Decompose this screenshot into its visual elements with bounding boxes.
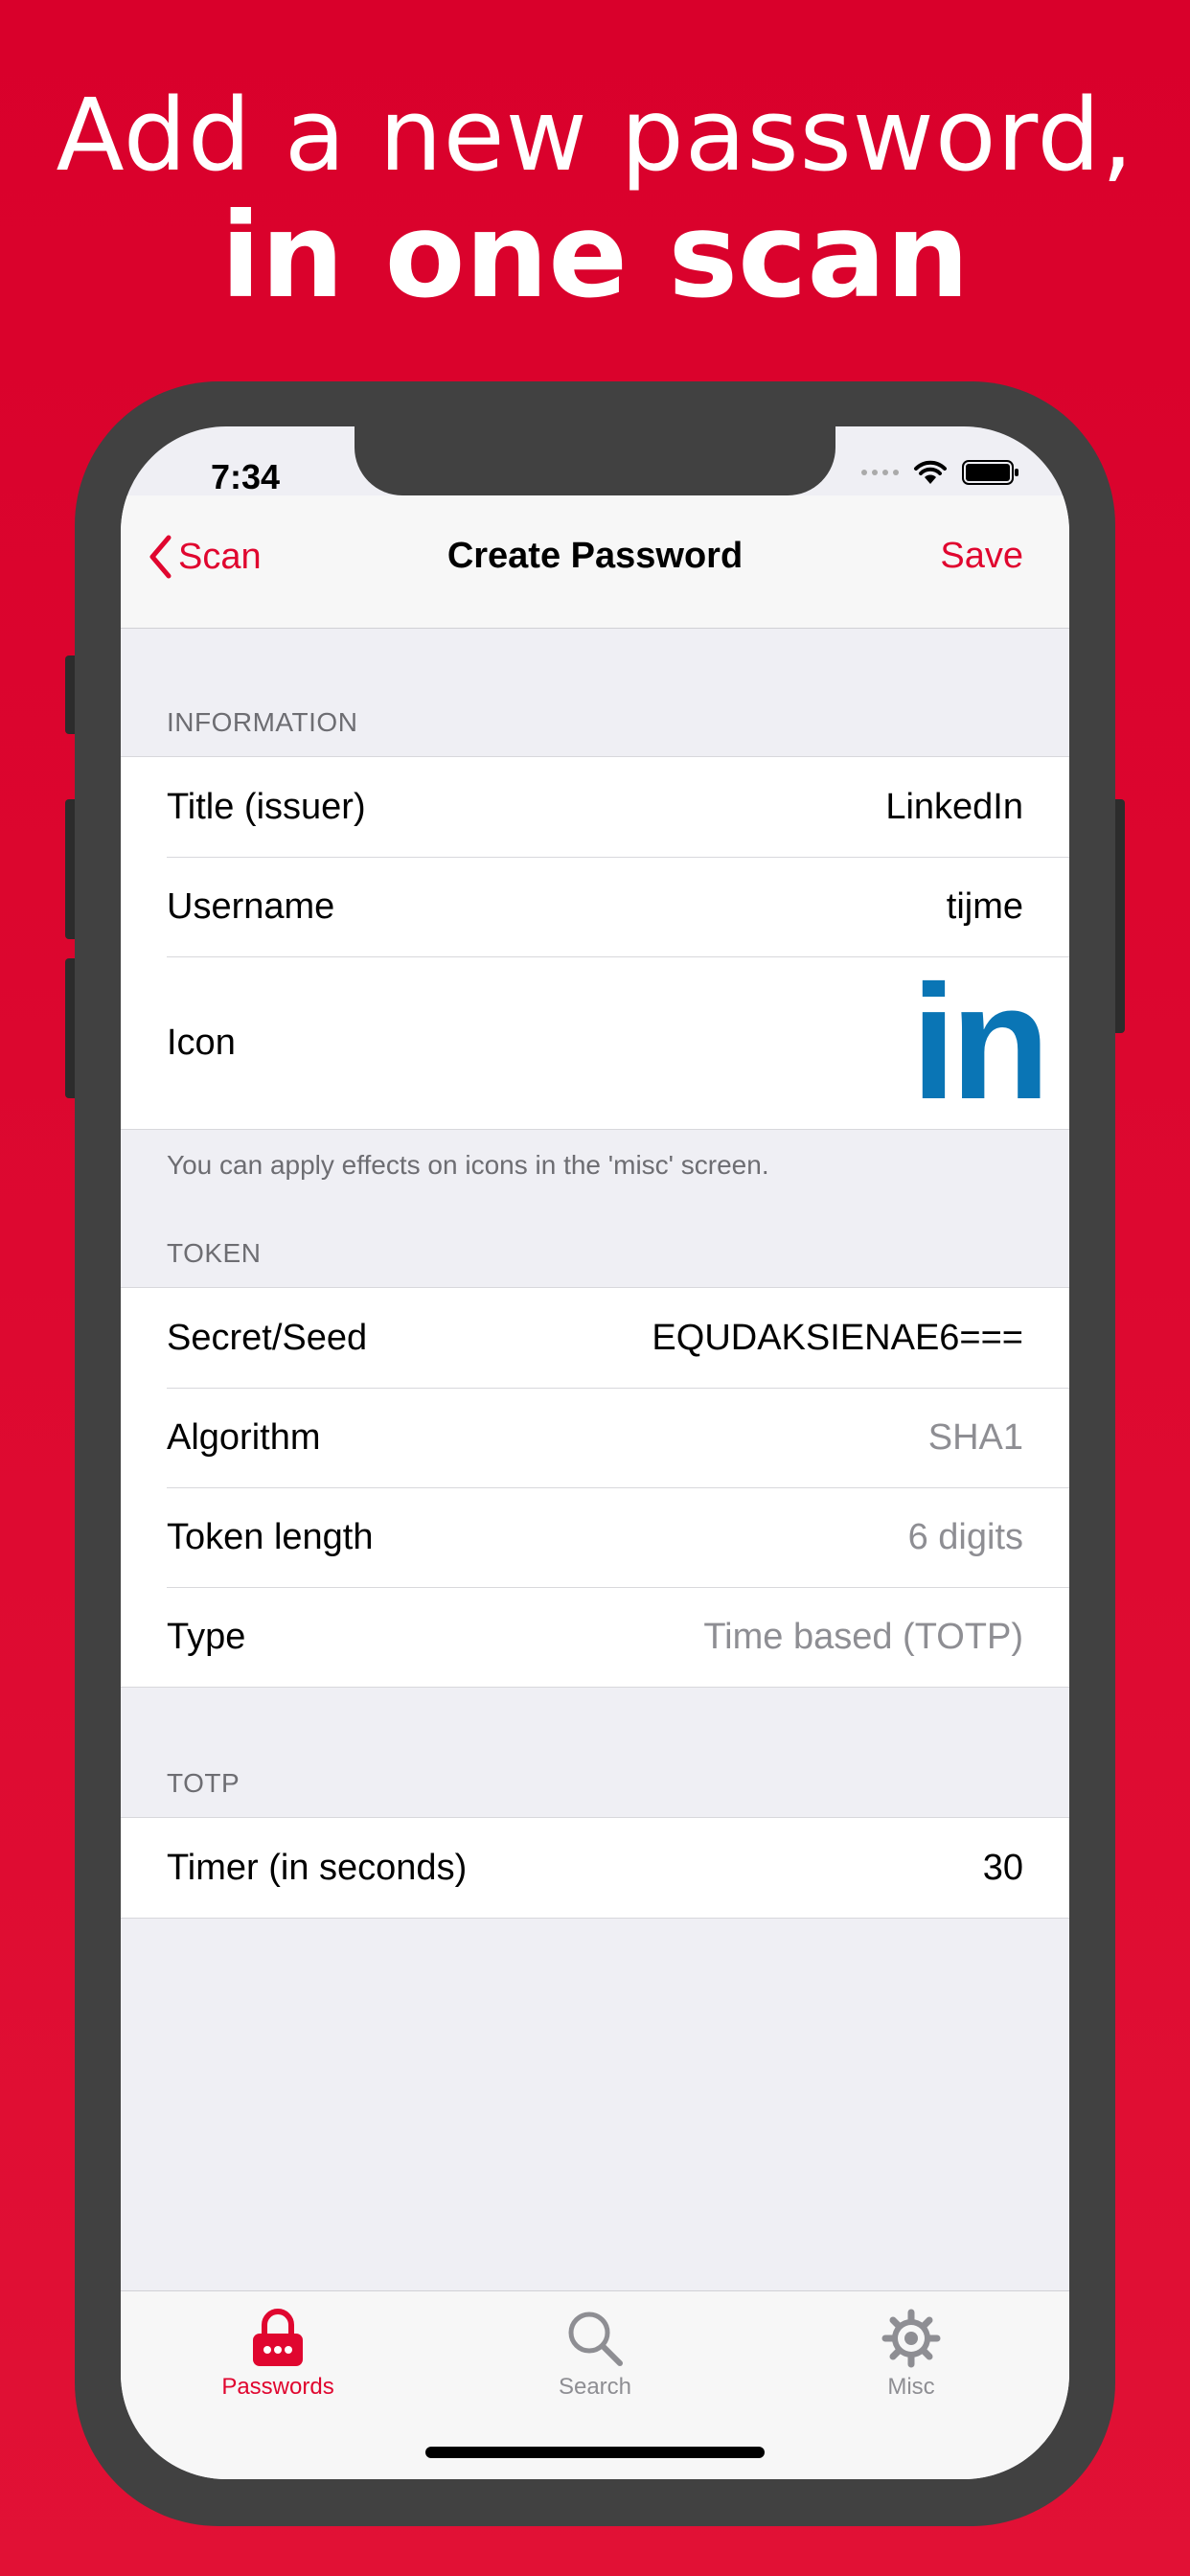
totp-section-header: TOTP [167,1768,240,1798]
tab-misc-label: Misc [887,2374,935,2400]
status-icons [861,459,1019,486]
wifi-icon [914,460,947,484]
information-footer-note: You can apply effects on icons in the 'm… [167,1150,769,1180]
marketing-headline-line1: Add a new password, [56,77,1134,194]
totp-group: Timer (in seconds) 30 [121,1817,1069,1919]
title-issuer-label: Title (issuer) [167,786,366,827]
token-group: Secret/Seed EQUDAKSIENAE6=== Algorithm S… [121,1287,1069,1688]
tab-passwords-label: Passwords [221,2374,334,2400]
algorithm-value: SHA1 [927,1416,1023,1458]
phone-notch [355,426,835,495]
type-value: Time based (TOTP) [703,1616,1023,1657]
tab-search[interactable]: Search [499,2309,691,2401]
timer-value: 30 [982,1847,1023,1888]
linkedin-logo-icon: in [910,952,1050,1134]
phone-screen: 7:34 Scan Create Password Save INFORMATI… [121,426,1069,2479]
tab-misc[interactable]: Misc [815,2309,1007,2401]
lock-icon [253,2309,303,2366]
token-length-row[interactable]: Token length 6 digits [121,1487,1069,1587]
cellular-signal-icon [861,470,899,475]
gear-icon [881,2309,941,2368]
username-value: tijme [946,886,1023,927]
algorithm-label: Algorithm [167,1416,321,1458]
back-button-label: Scan [178,536,262,577]
navigation-bar: Scan Create Password Save [121,495,1069,629]
token-length-label: Token length [167,1516,374,1557]
timer-label: Timer (in seconds) [167,1847,468,1888]
marketing-headline-line2: in one scan [220,188,970,324]
information-section-header: INFORMATION [167,707,358,737]
back-button[interactable]: Scan [148,534,262,580]
tab-search-label: Search [558,2374,632,2400]
type-label: Type [167,1616,246,1657]
icon-label: Icon [167,1022,236,1063]
type-row[interactable]: Type Time based (TOTP) [121,1587,1069,1687]
icon-row[interactable]: Icon in [121,956,1069,1129]
save-button[interactable]: Save [940,536,1023,577]
status-time: 7:34 [211,457,281,496]
secret-seed-row[interactable]: Secret/Seed EQUDAKSIENAE6=== [121,1288,1069,1388]
timer-row[interactable]: Timer (in seconds) 30 [121,1818,1069,1918]
token-length-value: 6 digits [907,1516,1023,1557]
battery-icon [962,460,1018,485]
username-label: Username [167,886,335,927]
tab-passwords[interactable]: Passwords [182,2309,374,2401]
page-title: Create Password [446,536,744,576]
magnifier-icon [568,2312,623,2366]
information-group: Title (issuer) LinkedIn Username tijme I… [121,756,1069,1130]
home-indicator [425,2447,765,2458]
secret-seed-label: Secret/Seed [167,1317,368,1358]
title-issuer-value: LinkedIn [885,786,1023,827]
chevron-left-icon [149,535,172,579]
username-row[interactable]: Username tijme [121,857,1069,956]
algorithm-row[interactable]: Algorithm SHA1 [121,1388,1069,1487]
token-section-header: TOKEN [167,1238,262,1268]
secret-seed-value: EQUDAKSIENAE6=== [652,1317,1023,1358]
title-issuer-row[interactable]: Title (issuer) LinkedIn [121,757,1069,857]
